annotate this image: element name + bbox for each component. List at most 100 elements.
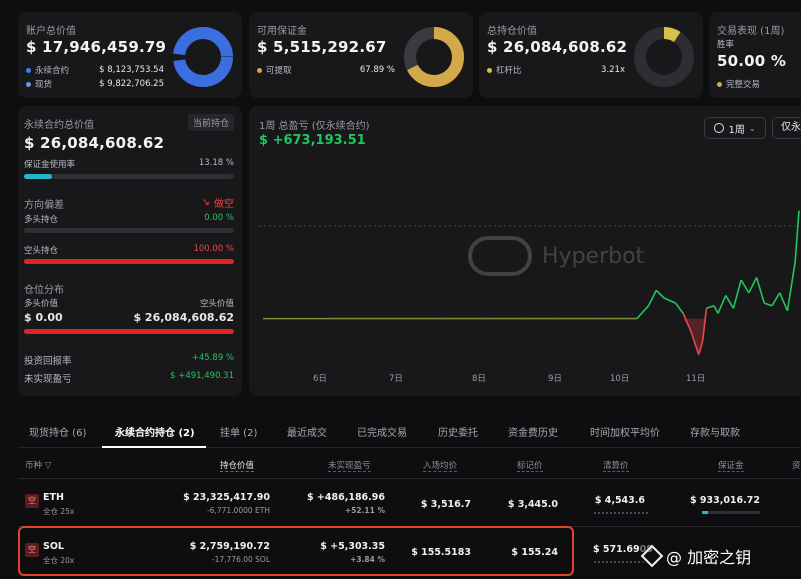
tab-perp-holdings[interactable]: 永续合约持仓 (2) [115, 424, 195, 439]
total-position-value: $ 26,084,608.62 [487, 38, 628, 56]
eth-mark: $ 3,445.0 [507, 499, 558, 510]
roi-value: +45.89 % [191, 353, 234, 363]
author-watermark: @ 加密之钥 [640, 536, 801, 576]
direction-indicator: ↘ 做空 [202, 195, 234, 210]
period-dropdown[interactable]: 1周 ⌄ [704, 117, 766, 139]
short-side-badge: 空 [25, 543, 39, 557]
short-side-badge: 空 [25, 494, 39, 508]
long-value-label: 多头价值 [24, 299, 59, 309]
header-funding[interactable]: 资 [792, 459, 801, 471]
chart-line-segment [663, 297, 676, 304]
trend-down-icon: ↘ [201, 197, 210, 208]
complete-trades-dot-icon [717, 81, 722, 87]
chart-line-segment [755, 277, 766, 304]
account-legend-perp: 永续合约 $ 8,123,753.54 [26, 64, 164, 76]
spot-legend-label: 现货 [35, 80, 53, 90]
tab-twap[interactable]: 时间加权平均价 [590, 424, 660, 439]
header-entry-price[interactable]: 入场均价 [423, 459, 458, 472]
author-watermark-text: @ 加密之钥 [666, 548, 752, 567]
x-tick-2: 7日 [389, 374, 403, 384]
performance-label: 交易表现 (1周) [717, 26, 785, 37]
perp-only-filter[interactable]: 仅永 [772, 117, 801, 139]
long-holding-value: 0.00 % [204, 213, 234, 223]
binance-diamond-icon [640, 544, 664, 568]
leverage-label: 杠杆比 [496, 66, 522, 76]
eth-liq: $ 4,543.6 [594, 495, 645, 506]
period-label: 1周 [728, 124, 745, 136]
account-value: $ 17,946,459.79 [26, 38, 167, 56]
roi-label: 投资回报率 [24, 356, 72, 367]
tab-recent-fills[interactable]: 最近成交 [287, 424, 327, 439]
chart-line-segment [725, 295, 735, 309]
eth-size: -6,771.0000 ETH [207, 506, 270, 515]
direction-label: 方向偏差 [24, 200, 64, 211]
tab-deposits-withdrawals[interactable]: 存款与取款 [690, 424, 740, 439]
tab-funding-history[interactable]: 资金费历史 [508, 424, 558, 439]
trading-performance-card: 交易表现 (1周) 胜率 50.00 % 完整交易 [709, 12, 801, 98]
tab-completed-trades[interactable]: 已完成交易 [357, 424, 407, 439]
total-position-label: 总持仓价值 [487, 26, 537, 37]
available-margin-value: $ 5,515,292.67 [257, 38, 387, 56]
tab-open-orders[interactable]: 挂单 (2) [220, 424, 257, 439]
eth-margin: $ 933,016.72 [689, 495, 760, 506]
sol-pnl-pct: +3.84 % [350, 555, 385, 564]
chart-line-segment [794, 210, 800, 263]
header-unrealized-pnl[interactable]: 未实现盈亏 [328, 459, 371, 472]
chart-line-segment [764, 302, 773, 307]
tab-spot-holdings[interactable]: 现货持仓 (6) [29, 424, 86, 439]
win-rate-value: 50.00 % [717, 52, 787, 70]
available-margin-card: 可用保证金 $ 5,515,292.67 可提取 67.89 % [249, 12, 473, 98]
short-holding-label: 空头持仓 [24, 246, 59, 256]
margin-usage-label: 保证金使用率 [24, 160, 76, 170]
table-row-sol[interactable] [18, 526, 574, 576]
account-donut-icon [173, 27, 233, 87]
header-coin-label: 币种 [25, 461, 43, 471]
withdrawable-value: 67.89 % [359, 65, 395, 75]
margin-legend: 可提取 67.89 % [257, 64, 395, 76]
eth-liq-indicator [594, 512, 648, 514]
x-tick-1: 6日 [313, 374, 327, 384]
leverage-dot-icon [487, 67, 492, 73]
spot-dot-icon [26, 81, 31, 87]
short-holding-value: 100.00 % [193, 244, 234, 254]
unrealized-value: $ +491,490.31 [170, 371, 234, 381]
chart-line-segment [647, 289, 658, 307]
leverage-value: 3.21x [601, 65, 625, 75]
unrealized-label: 未实现盈亏 [24, 374, 72, 385]
margin-usage-bar [24, 174, 234, 179]
header-coin[interactable]: 币种 ▽ [25, 459, 51, 471]
clock-icon [714, 123, 725, 133]
x-tick-4: 9日 [548, 374, 562, 384]
chart-line-segment [655, 289, 665, 299]
chevron-down-icon: ⌄ [748, 123, 756, 133]
current-position-badge[interactable]: 当前持仓 [187, 114, 234, 131]
x-tick-5: 10日 [610, 374, 630, 384]
header-liq-price[interactable]: 清算价 [603, 459, 629, 472]
pnl-line-chart [259, 210, 800, 355]
eth-value: $ 23,325,417.90 [183, 492, 270, 503]
win-rate-label: 胜率 [717, 40, 735, 50]
chart-line-segment [748, 277, 758, 294]
chart-line-segment [786, 261, 796, 311]
eth-coin: ETH [43, 492, 64, 503]
tab-order-history[interactable]: 历史委托 [438, 424, 478, 439]
chart-title: 1周 总盈亏 (仅永续合约) [259, 121, 370, 132]
chart-negative-area [702, 318, 707, 342]
table-row-eth[interactable] [18, 482, 801, 524]
perp-legend-label: 永续合约 [35, 66, 70, 76]
header-position-value[interactable]: 持仓价值 [220, 459, 255, 472]
chart-line-segment [706, 304, 715, 310]
account-value-label: 账户总价值 [26, 26, 76, 37]
withdrawable-dot-icon [257, 67, 262, 73]
perp-legend-value: $ 8,123,753.54 [99, 65, 164, 75]
x-tick-6: 11日 [686, 374, 706, 384]
chart-line-segment [732, 279, 742, 309]
perp-summary-panel: 永续合约总价值 当前持仓 $ 26,084,608.62 保证金使用率 13.1… [18, 106, 242, 396]
perp-total-value: $ 26,084,608.62 [24, 134, 165, 152]
margin-usage-value: 13.18 % [198, 158, 234, 168]
header-mark-price[interactable]: 标记价 [517, 459, 543, 472]
header-margin[interactable]: 保证金 [718, 459, 744, 472]
eth-pnl: $ +486,186.96 [307, 492, 385, 503]
perp-dot-icon [26, 67, 31, 73]
available-margin-label: 可用保证金 [257, 26, 307, 37]
